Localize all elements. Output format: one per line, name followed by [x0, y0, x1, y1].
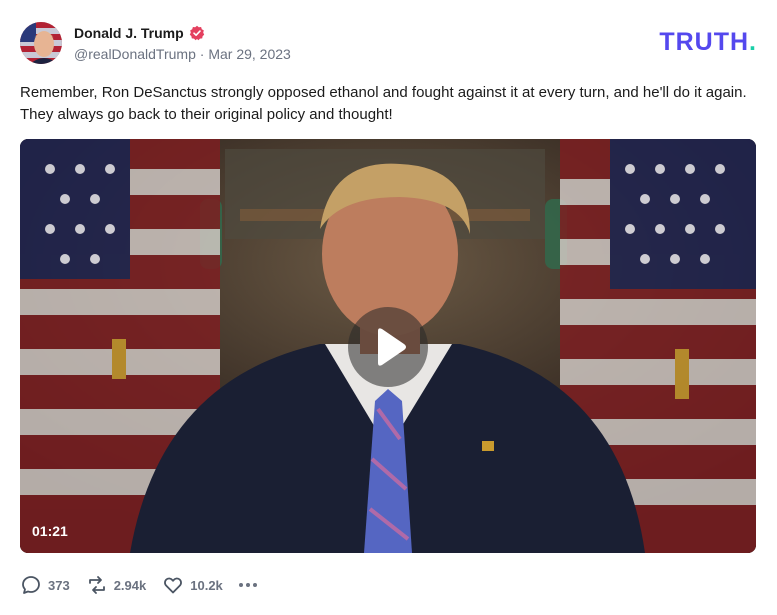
author-meta: @realDonaldTrump · Mar 29, 2023 [74, 46, 291, 62]
author-name[interactable]: Donald J. Trump [74, 25, 184, 41]
author-handle[interactable]: @realDonaldTrump [74, 46, 196, 62]
play-icon [378, 328, 406, 366]
post-actions: 373 2.94k 10.2k [20, 572, 260, 598]
ellipsis-dot [245, 583, 250, 587]
logo-dot: . [749, 28, 757, 56]
like-button[interactable]: 10.2k [162, 574, 223, 596]
post-header: Donald J. Trump @realDonaldTrump · Mar 2… [20, 20, 757, 68]
retruth-icon [88, 576, 105, 594]
verified-badge-icon [189, 25, 205, 41]
ellipsis-dot [252, 583, 257, 587]
ellipsis-icon [238, 583, 243, 587]
video-duration: 01:21 [32, 523, 68, 539]
more-options-button[interactable] [238, 575, 260, 595]
retruth-count: 2.94k [113, 577, 147, 593]
like-count: 10.2k [190, 577, 223, 593]
reply-count: 373 [48, 577, 70, 593]
reply-button[interactable]: 373 [20, 574, 70, 596]
heart-icon [164, 577, 183, 594]
video-player[interactable]: 01:21 [20, 139, 756, 553]
play-button[interactable] [348, 307, 428, 387]
logo-text: TRUTH [659, 28, 750, 56]
post-date[interactable]: Mar 29, 2023 [208, 46, 291, 62]
post-body: Remember, Ron DeSanctus strongly opposed… [20, 84, 747, 123]
retruth-button[interactable]: 2.94k [86, 574, 147, 596]
truth-logo[interactable]: TRUTH. [659, 28, 757, 57]
avatar[interactable] [20, 22, 62, 64]
reply-icon [22, 576, 40, 594]
